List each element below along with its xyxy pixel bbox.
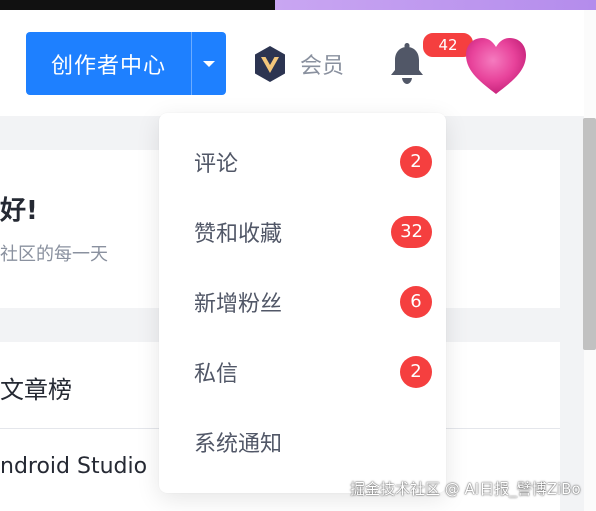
creator-center-button[interactable]: 创作者中心 (26, 32, 226, 95)
menu-item-label: 私信 (194, 362, 239, 387)
watermark-text: 掘金技术社区 @ AI日报_譬博ZiBo (350, 480, 581, 498)
creator-center-label: 创作者中心 (50, 53, 166, 79)
menu-item-count-badge: 2 (400, 146, 432, 178)
menu-item-label: 评论 (194, 152, 239, 177)
menu-item-label: 系统通知 (194, 432, 283, 457)
menu-item-count-badge: 32 (391, 216, 432, 248)
vip-badge-icon (255, 46, 285, 82)
menu-item-count-badge: 2 (400, 356, 432, 388)
notification-dropdown-menu: 评论 2 赞和收藏 32 新增粉丝 6 私信 2 系统通知 (159, 113, 446, 493)
vip-member-label: 会员 (300, 54, 345, 79)
menu-item-comments[interactable]: 评论 2 (159, 127, 446, 197)
menu-item-new-followers[interactable]: 新增粉丝 6 (159, 267, 446, 337)
menu-item-likes-and-favorites[interactable]: 赞和收藏 32 (159, 197, 446, 267)
top-header: 创作者中心 会员 42 (0, 10, 584, 116)
scrollbar-thumb[interactable] (583, 118, 596, 350)
chevron-down-icon (203, 60, 215, 67)
greeting-subtitle: 社区的每一天 (0, 244, 108, 265)
ranking-item-link[interactable]: ndroid Studio (0, 454, 147, 479)
greeting-title: 好! (0, 196, 38, 226)
menu-item-private-messages[interactable]: 私信 2 (159, 337, 446, 407)
vip-member-entry[interactable]: 会员 (250, 42, 344, 86)
ranking-title: 文章榜 (0, 376, 72, 404)
creator-center-dropdown-toggle[interactable] (192, 59, 226, 69)
menu-item-label: 新增粉丝 (194, 292, 283, 317)
menu-item-count-badge: 6 (400, 286, 432, 318)
top-banner-strip (0, 0, 596, 10)
menu-item-system-notifications[interactable]: 系统通知 (159, 407, 446, 477)
menu-item-label: 赞和收藏 (194, 222, 283, 247)
heart-avatar[interactable] (462, 34, 530, 98)
